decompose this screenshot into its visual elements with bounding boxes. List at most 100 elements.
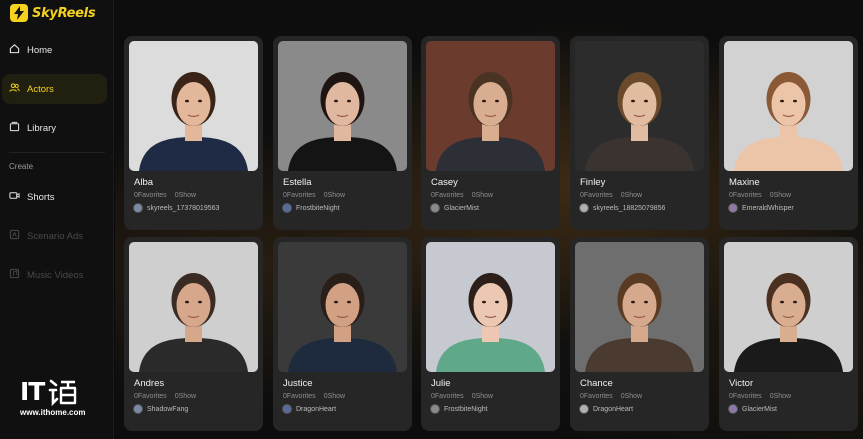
sidebar-item-label: Home	[27, 44, 53, 56]
ithome-logo: IT	[20, 378, 100, 406]
actor-portrait	[426, 242, 555, 372]
show-count: 0Show	[174, 393, 197, 400]
actor-card[interactable]: Estella 0Favorites 0Show FrostbiteNight	[273, 36, 412, 230]
actor-stats: 0Favorites 0Show	[134, 192, 196, 199]
actor-card[interactable]: Casey 0Favorites 0Show GlacierMist	[421, 36, 560, 230]
sidebar-item-actors[interactable]: Actors	[2, 74, 107, 104]
ithome-url: www.ithome.com	[20, 408, 86, 417]
sidebar-item-label: Shorts	[27, 191, 55, 203]
actor-stats: 0Favorites 0Show	[580, 192, 642, 199]
actor-card[interactable]: Chance 0Favorites 0Show DragonHeart	[570, 237, 709, 431]
avatar	[579, 404, 589, 414]
actor-card[interactable]: Maxine 0Favorites 0Show EmeraldWhisper	[719, 36, 858, 230]
owner-name: DragonHeart	[593, 405, 634, 413]
actor-portrait	[129, 41, 258, 171]
actor-card[interactable]: Victor 0Favorites 0Show GlacierMist	[719, 237, 858, 431]
avatar	[728, 404, 738, 414]
show-count: 0Show	[620, 393, 643, 400]
actor-owner[interactable]: skyreels_18825079856	[579, 203, 665, 213]
sidebar-item-label: Scenario Ads	[27, 230, 83, 242]
favorites-count: 0Favorites	[283, 393, 316, 400]
show-count: 0Show	[174, 192, 197, 199]
actor-card[interactable]: Julie 0Favorites 0Show FrostbiteNight	[421, 237, 560, 431]
show-count: 0Show	[323, 192, 346, 199]
show-count: 0Show	[471, 393, 494, 400]
avatar	[282, 203, 292, 213]
actor-owner[interactable]: skyreels_17378019563	[133, 203, 219, 213]
actor-owner[interactable]: GlacierMist	[728, 404, 777, 414]
sidebar-item-music-videos[interactable]: Music Videos	[2, 260, 107, 290]
actor-stats: 0Favorites 0Show	[729, 393, 791, 400]
actor-owner[interactable]: FrostbiteNight	[430, 404, 488, 414]
avatar	[133, 203, 143, 213]
sidebar-item-label: Music Videos	[27, 269, 84, 281]
actor-owner[interactable]: EmeraldWhisper	[728, 203, 794, 213]
actor-stats: 0Favorites 0Show	[283, 192, 345, 199]
app-window: SkyReels Home Actors Library Create Shor…	[0, 0, 863, 439]
actor-portrait	[724, 242, 853, 372]
owner-name: FrostbiteNight	[296, 204, 340, 212]
app-logo[interactable]: SkyReels	[10, 4, 96, 22]
owner-name: ShadowFang	[147, 405, 189, 413]
actor-owner[interactable]: DragonHeart	[579, 404, 633, 414]
actor-owner[interactable]: ShadowFang	[133, 404, 188, 414]
show-count: 0Show	[769, 192, 792, 199]
favorites-count: 0Favorites	[580, 393, 613, 400]
actor-name: Estella	[283, 177, 312, 188]
actor-portrait	[278, 242, 407, 372]
actor-owner[interactable]: GlacierMist	[430, 203, 479, 213]
actor-portrait	[426, 41, 555, 171]
avatar	[430, 404, 440, 414]
owner-name: EmeraldWhisper	[742, 204, 794, 212]
actor-card[interactable]: Alba 0Favorites 0Show skyreels_17378019563	[124, 36, 263, 230]
favorites-count: 0Favorites	[283, 192, 316, 199]
favorites-count: 0Favorites	[729, 192, 762, 199]
actor-name: Chance	[580, 378, 613, 389]
ads-icon	[9, 229, 20, 243]
actor-name: Alba	[134, 177, 154, 188]
actor-owner[interactable]: FrostbiteNight	[282, 203, 340, 213]
actor-portrait	[129, 242, 258, 372]
sidebar-divider	[9, 152, 105, 153]
sidebar: SkyReels Home Actors Library Create Shor…	[0, 0, 114, 439]
favorites-count: 0Favorites	[134, 393, 167, 400]
app-name: SkyReels	[32, 5, 96, 21]
sidebar-item-label: Library	[27, 122, 57, 134]
actor-card[interactable]: Andres 0Favorites 0Show ShadowFang	[124, 237, 263, 431]
actor-stats: 0Favorites 0Show	[431, 393, 493, 400]
actor-portrait	[278, 41, 407, 171]
sidebar-item-library[interactable]: Library	[2, 113, 107, 143]
actor-portrait	[724, 41, 853, 171]
avatar	[579, 203, 589, 213]
favorites-count: 0Favorites	[431, 192, 464, 199]
ithome-glyph-icon	[49, 379, 77, 406]
ithome-watermark: IT www.ithome.com	[20, 378, 100, 424]
actor-card[interactable]: Finley 0Favorites 0Show skyreels_1882507985…	[570, 36, 709, 230]
favorites-count: 0Favorites	[431, 393, 464, 400]
actor-name: Andres	[134, 378, 165, 389]
owner-name: skyreels_17378019563	[147, 204, 220, 212]
actor-card[interactable]: Justice 0Favorites 0Show DragonHeart	[273, 237, 412, 431]
home-icon	[9, 43, 20, 57]
avatar	[728, 203, 738, 213]
users-icon	[9, 82, 20, 96]
show-count: 0Show	[323, 393, 346, 400]
actor-name: Maxine	[729, 177, 760, 188]
actor-owner[interactable]: DragonHeart	[282, 404, 336, 414]
sidebar-item-home[interactable]: Home	[2, 35, 107, 65]
actor-stats: 0Favorites 0Show	[283, 393, 345, 400]
sidebar-item-scenario-ads[interactable]: Scenario Ads	[2, 221, 107, 251]
library-icon	[9, 121, 20, 135]
actor-name: Justice	[283, 378, 313, 389]
show-count: 0Show	[620, 192, 643, 199]
owner-name: GlacierMist	[444, 204, 480, 212]
actor-name: Victor	[729, 378, 754, 389]
owner-name: GlacierMist	[742, 405, 778, 413]
actor-stats: 0Favorites 0Show	[580, 393, 642, 400]
owner-name: FrostbiteNight	[444, 405, 488, 413]
favorites-count: 0Favorites	[580, 192, 613, 199]
lightning-icon	[10, 4, 28, 22]
sidebar-item-shorts[interactable]: Shorts	[2, 182, 107, 212]
show-count: 0Show	[769, 393, 792, 400]
actor-stats: 0Favorites 0Show	[134, 393, 196, 400]
